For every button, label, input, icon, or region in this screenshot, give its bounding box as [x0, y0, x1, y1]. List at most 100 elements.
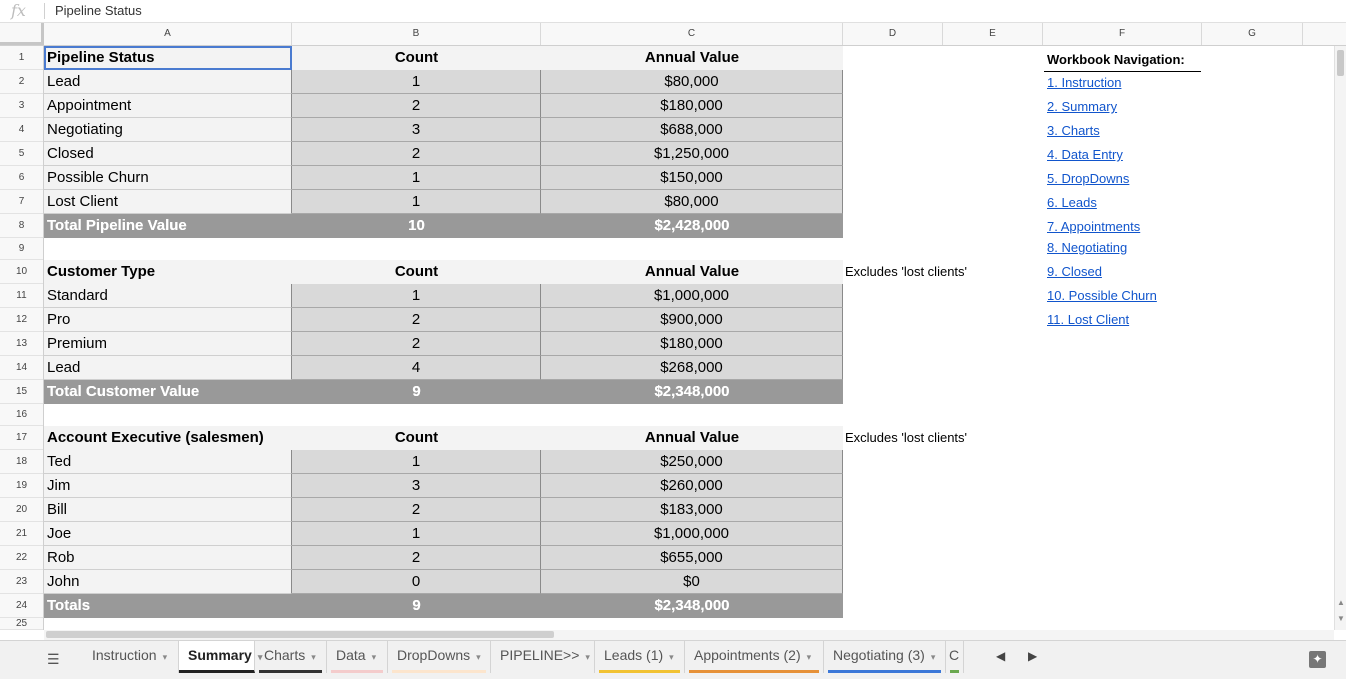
scroll-up-icon[interactable]: ▲ — [1337, 598, 1345, 607]
nav-link[interactable]: 2. Summary — [1044, 96, 1203, 118]
pipeline-row-count[interactable]: 2 — [292, 142, 541, 166]
horizontal-scroll-thumb[interactable] — [46, 631, 554, 638]
sheet-tab[interactable]: Leads (1) ▾ — [595, 641, 685, 673]
customer-row-value[interactable]: $180,000 — [541, 332, 843, 356]
salesmen-row-label[interactable]: Ted — [44, 450, 292, 474]
tab-scroll-left-icon[interactable]: ◀ — [996, 649, 1005, 663]
pipeline-row-count[interactable]: 2 — [292, 94, 541, 118]
column-header-g[interactable]: G — [1202, 23, 1303, 45]
salesmen-header-count[interactable]: Count — [292, 426, 541, 450]
pipeline-row-value[interactable]: $688,000 — [541, 118, 843, 142]
sheet-tab[interactable]: C — [946, 641, 964, 673]
row-header-13[interactable]: 13 — [0, 332, 43, 356]
pipeline-row-label[interactable]: Negotiating — [44, 118, 292, 142]
salesmen-total-value[interactable]: $2,348,000 — [541, 594, 843, 618]
pipeline-row-count[interactable]: 1 — [292, 166, 541, 190]
pipeline-total-value[interactable]: $2,428,000 — [541, 214, 843, 238]
customer-row-value[interactable]: $268,000 — [541, 356, 843, 380]
horizontal-scrollbar[interactable] — [44, 630, 1334, 640]
column-header-a[interactable]: A — [44, 23, 292, 45]
nav-link[interactable]: 10. Possible Churn — [1044, 285, 1203, 307]
salesmen-row-count[interactable]: 2 — [292, 498, 541, 522]
vertical-scrollbar[interactable]: ▲ ▼ — [1334, 46, 1346, 630]
row-header-21[interactable]: 21 — [0, 522, 43, 546]
row-header-24[interactable]: 24 — [0, 594, 43, 618]
row-header-6[interactable]: 6 — [0, 166, 43, 190]
pipeline-row-count[interactable]: 1 — [292, 70, 541, 94]
row-header-1[interactable]: 1 — [0, 46, 43, 70]
spreadsheet-grid[interactable]: Pipeline Status Count Annual Value Lead 1 $80… — [44, 46, 1334, 630]
select-all-corner[interactable] — [0, 23, 44, 45]
row-header-10[interactable]: 10 — [0, 260, 43, 284]
row-header-9[interactable]: 9 — [0, 238, 43, 260]
sheet-tab[interactable]: Summary ▾ — [179, 641, 262, 673]
row-header-20[interactable]: 20 — [0, 498, 43, 522]
row-header-5[interactable]: 5 — [0, 142, 43, 166]
row-header-4[interactable]: 4 — [0, 118, 43, 142]
pipeline-row-value[interactable]: $180,000 — [541, 94, 843, 118]
row-header-7[interactable]: 7 — [0, 190, 43, 214]
salesmen-row-value[interactable]: $655,000 — [541, 546, 843, 570]
row-header-19[interactable]: 19 — [0, 474, 43, 498]
nav-link[interactable]: 7. Appointments — [1044, 216, 1203, 238]
pipeline-row-value[interactable]: $1,250,000 — [541, 142, 843, 166]
customer-row-count[interactable]: 4 — [292, 356, 541, 380]
row-header-16[interactable]: 16 — [0, 404, 43, 426]
pipeline-row-value[interactable]: $80,000 — [541, 70, 843, 94]
nav-link[interactable]: 8. Negotiating — [1044, 237, 1203, 259]
customer-header-label[interactable]: Customer Type — [44, 260, 292, 284]
customer-row-label[interactable]: Pro — [44, 308, 292, 332]
pipeline-row-value[interactable]: $80,000 — [541, 190, 843, 214]
row-header-14[interactable]: 14 — [0, 356, 43, 380]
customer-total-value[interactable]: $2,348,000 — [541, 380, 843, 404]
customer-row-value[interactable]: $1,000,000 — [541, 284, 843, 308]
sheet-tab[interactable]: Charts ▾ — [255, 641, 327, 673]
pipeline-total-count[interactable]: 10 — [292, 214, 541, 238]
row-header-25[interactable]: 25 — [0, 618, 43, 630]
nav-link[interactable]: 3. Charts — [1044, 120, 1203, 142]
salesmen-row-value[interactable]: $260,000 — [541, 474, 843, 498]
row-header-15[interactable]: 15 — [0, 380, 43, 404]
all-sheets-menu-icon[interactable]: ☰ — [47, 651, 60, 668]
explore-icon[interactable]: ✦ — [1309, 651, 1326, 668]
pipeline-row-label[interactable]: Appointment — [44, 94, 292, 118]
salesmen-row-label[interactable]: John — [44, 570, 292, 594]
pipeline-row-label[interactable]: Possible Churn — [44, 166, 292, 190]
chevron-down-icon[interactable]: ▾ — [585, 652, 590, 662]
chevron-down-icon[interactable]: ▾ — [476, 652, 481, 662]
vertical-scroll-thumb[interactable] — [1337, 50, 1344, 76]
pipeline-row-count[interactable]: 1 — [292, 190, 541, 214]
column-header-e[interactable]: E — [943, 23, 1043, 45]
customer-row-value[interactable]: $900,000 — [541, 308, 843, 332]
salesmen-row-count[interactable]: 3 — [292, 474, 541, 498]
salesmen-row-label[interactable]: Bill — [44, 498, 292, 522]
customer-total-count[interactable]: 9 — [292, 380, 541, 404]
pipeline-total-label[interactable]: Total Pipeline Value — [44, 214, 292, 238]
scroll-down-icon[interactable]: ▼ — [1337, 614, 1345, 623]
column-header-f[interactable]: F — [1043, 23, 1202, 45]
customer-header-value[interactable]: Annual Value — [541, 260, 843, 284]
salesmen-row-count[interactable]: 2 — [292, 546, 541, 570]
chevron-down-icon[interactable]: ▾ — [669, 652, 674, 662]
salesmen-row-label[interactable]: Rob — [44, 546, 292, 570]
salesmen-row-value[interactable]: $0 — [541, 570, 843, 594]
nav-link[interactable]: 5. DropDowns — [1044, 168, 1203, 190]
row-header-22[interactable]: 22 — [0, 546, 43, 570]
chevron-down-icon[interactable]: ▾ — [163, 652, 168, 662]
row-header-3[interactable]: 3 — [0, 94, 43, 118]
sheet-tab[interactable]: Instruction ▾ — [83, 641, 179, 673]
row-header-12[interactable]: 12 — [0, 308, 43, 332]
salesmen-header-value[interactable]: Annual Value — [541, 426, 843, 450]
customer-row-count[interactable]: 2 — [292, 308, 541, 332]
sheet-tab[interactable]: Negotiating (3) ▾ — [824, 641, 946, 673]
chevron-down-icon[interactable]: ▾ — [311, 652, 316, 662]
salesmen-row-value[interactable]: $250,000 — [541, 450, 843, 474]
pipeline-row-label[interactable]: Closed — [44, 142, 292, 166]
sheet-tab[interactable]: PIPELINE>> ▾ — [491, 641, 595, 673]
column-header-d[interactable]: D — [843, 23, 943, 45]
customer-row-count[interactable]: 2 — [292, 332, 541, 356]
salesmen-row-count[interactable]: 1 — [292, 522, 541, 546]
nav-link[interactable]: 11. Lost Client — [1044, 309, 1203, 331]
pipeline-row-label[interactable]: Lost Client — [44, 190, 292, 214]
pipeline-header-label[interactable]: Pipeline Status — [44, 46, 292, 70]
